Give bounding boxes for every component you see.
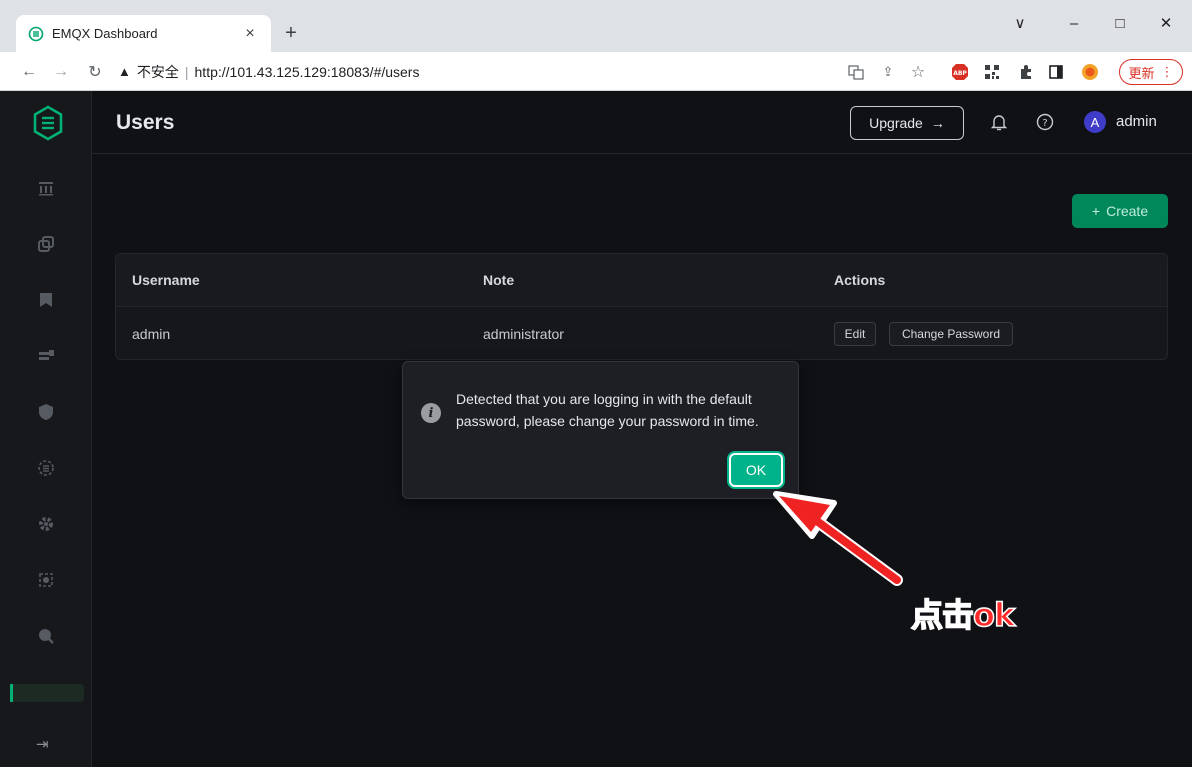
omnibox-separator: | [184, 63, 189, 80]
access-control-icon[interactable] [35, 345, 57, 367]
update-label: 更新 [1128, 65, 1155, 81]
warning-icon: ▲ [118, 64, 131, 79]
create-user-button[interactable]: + Create [1072, 194, 1168, 228]
url-text: http://101.43.125.129:18083/#/users [194, 63, 420, 80]
more-menu-icon: ⋮ [1160, 64, 1174, 79]
browser-tabstrip: EMQX Dashboard × + ∨ – □ ✕ [0, 0, 1192, 52]
ok-button[interactable]: OK [729, 453, 783, 487]
info-icon: i [421, 403, 441, 423]
insecure-label: 不安全 [136, 63, 179, 80]
emqx-logo-icon[interactable] [32, 105, 64, 141]
data-integration-icon[interactable] [35, 457, 57, 479]
forward-icon[interactable]: → [50, 61, 72, 83]
address-bar[interactable]: ▲ 不安全 | http://101.43.125.129:18083/#/us… [118, 58, 838, 85]
adblock-icon[interactable]: ABP [950, 62, 970, 82]
cell-username: admin [132, 326, 171, 342]
svg-text:ABP: ABP [953, 70, 967, 77]
gear-icon[interactable] [35, 513, 57, 535]
table-row: admin administrator Edit Change Password [116, 307, 1167, 359]
create-label: Create [1106, 203, 1149, 219]
sidepanel-icon[interactable] [1046, 62, 1066, 82]
emqx-app: ⇥ Users Upgrade → ? A admin + Create Use… [0, 91, 1192, 767]
column-header-actions: Actions [834, 272, 886, 288]
share-icon[interactable]: ⇪ [878, 62, 898, 82]
bookmark-star-icon[interactable]: ☆ [908, 62, 928, 82]
cell-note: administrator [483, 326, 564, 342]
bell-icon[interactable] [988, 111, 1010, 133]
help-icon[interactable]: ? [1034, 111, 1056, 133]
svg-text:?: ? [1042, 118, 1047, 129]
collapse-sidebar-icon[interactable]: ⇥ [36, 735, 49, 753]
new-tab-icon[interactable]: + [280, 22, 302, 44]
plus-icon: + [1091, 203, 1101, 219]
reload-icon[interactable]: ↻ [84, 61, 106, 83]
browser-toolbar: ← → ↻ ▲ 不安全 | http://101.43.125.129:1808… [0, 52, 1192, 91]
diagnose-icon[interactable] [35, 625, 57, 647]
subscriptions-icon[interactable] [35, 289, 57, 311]
edit-button[interactable]: Edit [834, 322, 876, 346]
avatar[interactable]: A [1084, 111, 1106, 133]
profile-icon[interactable] [1080, 62, 1100, 82]
column-header-note: Note [483, 272, 515, 288]
default-password-dialog: i Detected that you are logging in with … [402, 361, 799, 499]
current-user-name[interactable]: admin [1116, 113, 1157, 130]
extensions-icon[interactable] [35, 569, 57, 591]
minimize-icon[interactable]: – [1054, 8, 1094, 38]
shield-icon[interactable] [35, 401, 57, 423]
change-password-button[interactable]: Change Password [889, 322, 1013, 346]
qr-icon[interactable] [982, 62, 1002, 82]
translate-icon[interactable] [846, 62, 866, 82]
update-button[interactable]: 更新 ⋮ [1119, 59, 1183, 85]
sidebar: ⇥ [0, 91, 92, 767]
column-header-username: Username [132, 272, 200, 288]
annotation-label: 点击ok [910, 595, 1016, 635]
tab-title: EMQX Dashboard [52, 26, 158, 41]
page-header: Users Upgrade → ? A admin [92, 91, 1192, 154]
page-title: Users [116, 111, 175, 134]
arrow-right-icon: → [930, 115, 945, 131]
browser-tab[interactable]: EMQX Dashboard × [16, 15, 271, 52]
dashboard-icon[interactable] [35, 177, 57, 199]
maximize-icon[interactable]: □ [1100, 8, 1140, 38]
puzzle-icon[interactable] [1016, 62, 1036, 82]
close-window-icon[interactable]: ✕ [1146, 8, 1186, 38]
emqx-favicon-icon [28, 26, 44, 41]
tab-close-icon[interactable]: × [241, 25, 259, 43]
clients-icon[interactable] [35, 233, 57, 255]
users-table: Username Note Actions admin administrato… [115, 253, 1168, 360]
dialog-message: Detected that you are logging in with th… [456, 391, 759, 429]
upgrade-button[interactable]: Upgrade → [850, 106, 964, 140]
back-icon[interactable]: ← [18, 61, 40, 83]
upgrade-label: Upgrade [869, 115, 923, 131]
tab-search-chevron-down-icon[interactable]: ∨ [1000, 8, 1040, 38]
sidebar-item-system-active[interactable] [10, 684, 84, 702]
table-header: Username Note Actions [116, 254, 1167, 307]
